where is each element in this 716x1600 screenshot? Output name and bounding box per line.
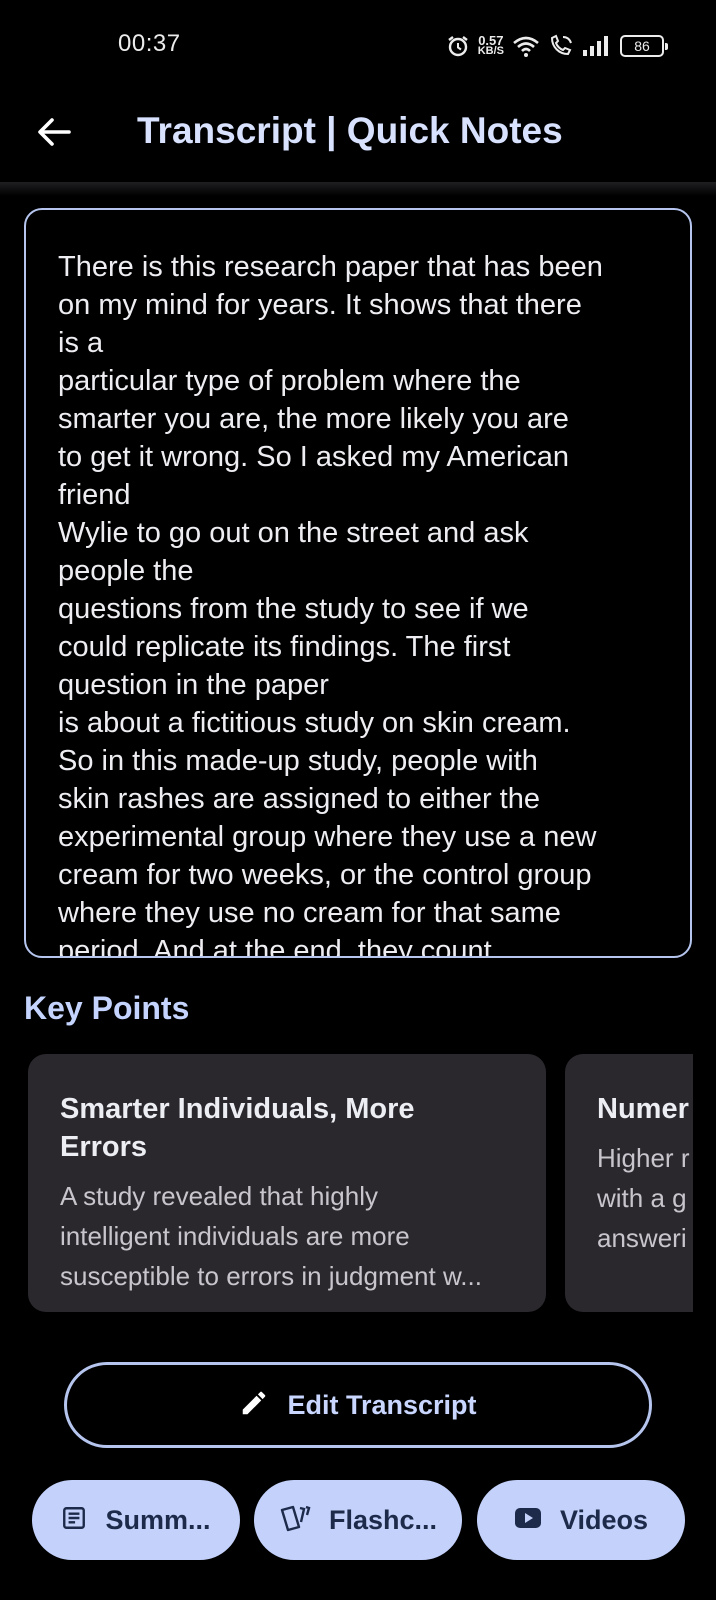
edit-transcript-button[interactable]: Edit Transcript	[64, 1362, 652, 1448]
alarm-icon	[446, 34, 470, 58]
key-points-heading: Key Points	[24, 990, 190, 1026]
key-point-description: Higher r with a g answeri	[597, 1143, 690, 1253]
app-bar: Transcript | Quick Notes	[0, 92, 716, 184]
back-button[interactable]	[28, 108, 80, 160]
flashcards-icon	[279, 1504, 311, 1537]
signal-icon	[582, 35, 612, 57]
key-point-title: Smarter Individuals, More Errors	[60, 1093, 415, 1163]
battery-icon: 86	[620, 35, 668, 57]
status-bar: 00:37 0.57 KB/S 86	[0, 0, 716, 92]
status-time: 00:37	[118, 30, 181, 57]
videos-label: Videos	[559, 1504, 649, 1535]
wifi-icon	[512, 34, 540, 58]
videos-button[interactable]: Videos	[477, 1480, 685, 1560]
youtube-icon	[514, 1507, 542, 1534]
key-point-card[interactable]: Numer Higher r with a g answeri	[565, 1054, 693, 1312]
transcript-text: There is this research paper that has be…	[58, 251, 603, 958]
status-icons: 0.57 KB/S 86	[446, 28, 668, 64]
summary-button[interactable]: Summ...	[32, 1480, 240, 1560]
net-speed: 0.57 KB/S	[477, 34, 504, 57]
transcript-box[interactable]: There is this research paper that has be…	[24, 208, 692, 958]
key-point-card[interactable]: Smarter Individuals, More Errors A study…	[28, 1054, 546, 1312]
flashcards-label: Flashc...	[328, 1504, 438, 1535]
flashcards-button[interactable]: Flashc...	[254, 1480, 462, 1560]
key-points-carousel[interactable]: Smarter Individuals, More Errors A study…	[28, 1054, 693, 1314]
key-point-title: Numer	[597, 1093, 689, 1125]
edit-transcript-label: Edit Transcript	[287, 1389, 477, 1420]
key-point-description: A study revealed that highly intelligent…	[60, 1181, 482, 1291]
net-speed-unit: KB/S	[477, 45, 504, 57]
document-icon	[61, 1505, 87, 1536]
summary-label: Summ...	[105, 1504, 211, 1535]
app-bar-divider	[0, 182, 716, 196]
page-title: Transcript | Quick Notes	[137, 110, 563, 151]
wifi-calling-icon	[548, 34, 574, 58]
battery-level: 86	[634, 38, 650, 54]
pencil-icon	[239, 1388, 269, 1423]
arrow-left-icon	[37, 117, 71, 152]
